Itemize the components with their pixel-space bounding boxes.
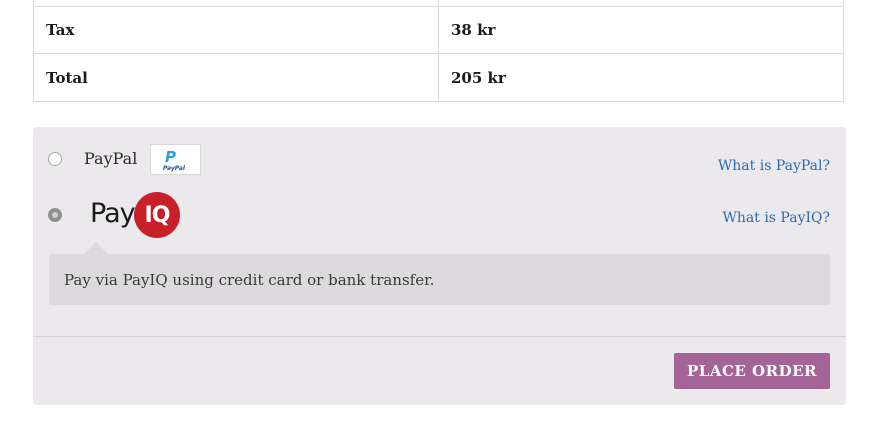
payiq-logo-word: Pay — [90, 198, 136, 229]
total-value: 205 kr — [451, 68, 506, 87]
paypal-label[interactable]: PayPal — [84, 149, 137, 168]
paypal-logo: P PayPal — [150, 144, 201, 175]
payment-panel: PayPal P PayPal What is PayPal? Pay IQ W… — [33, 127, 846, 405]
what-is-paypal-link[interactable]: What is PayPal? — [718, 158, 830, 174]
payiq-logo-badge: IQ — [134, 192, 180, 238]
payiq-radio[interactable] — [48, 208, 62, 222]
totals-row-total: Total 205 kr — [33, 54, 844, 102]
paypal-radio[interactable] — [48, 152, 62, 166]
place-order-button[interactable]: PLACE ORDER — [674, 353, 830, 389]
column-divider — [438, 7, 439, 53]
payiq-description-box: Pay via PayIQ using credit card or bank … — [49, 242, 830, 305]
tax-value: 38 kr — [451, 21, 496, 39]
divider — [33, 336, 846, 337]
what-is-payiq-link[interactable]: What is PayIQ? — [722, 210, 830, 226]
total-label: Total — [46, 68, 88, 87]
tax-label: Tax — [46, 21, 75, 39]
description-pointer — [84, 242, 108, 254]
payiq-description: Pay via PayIQ using credit card or bank … — [64, 270, 435, 289]
column-divider — [438, 54, 439, 101]
paypal-logo-mark: P — [165, 148, 176, 166]
payiq-logo[interactable]: Pay IQ — [90, 192, 182, 240]
paypal-logo-text: PayPal — [163, 165, 185, 172]
totals-row-tax: Tax 38 kr — [33, 6, 844, 54]
